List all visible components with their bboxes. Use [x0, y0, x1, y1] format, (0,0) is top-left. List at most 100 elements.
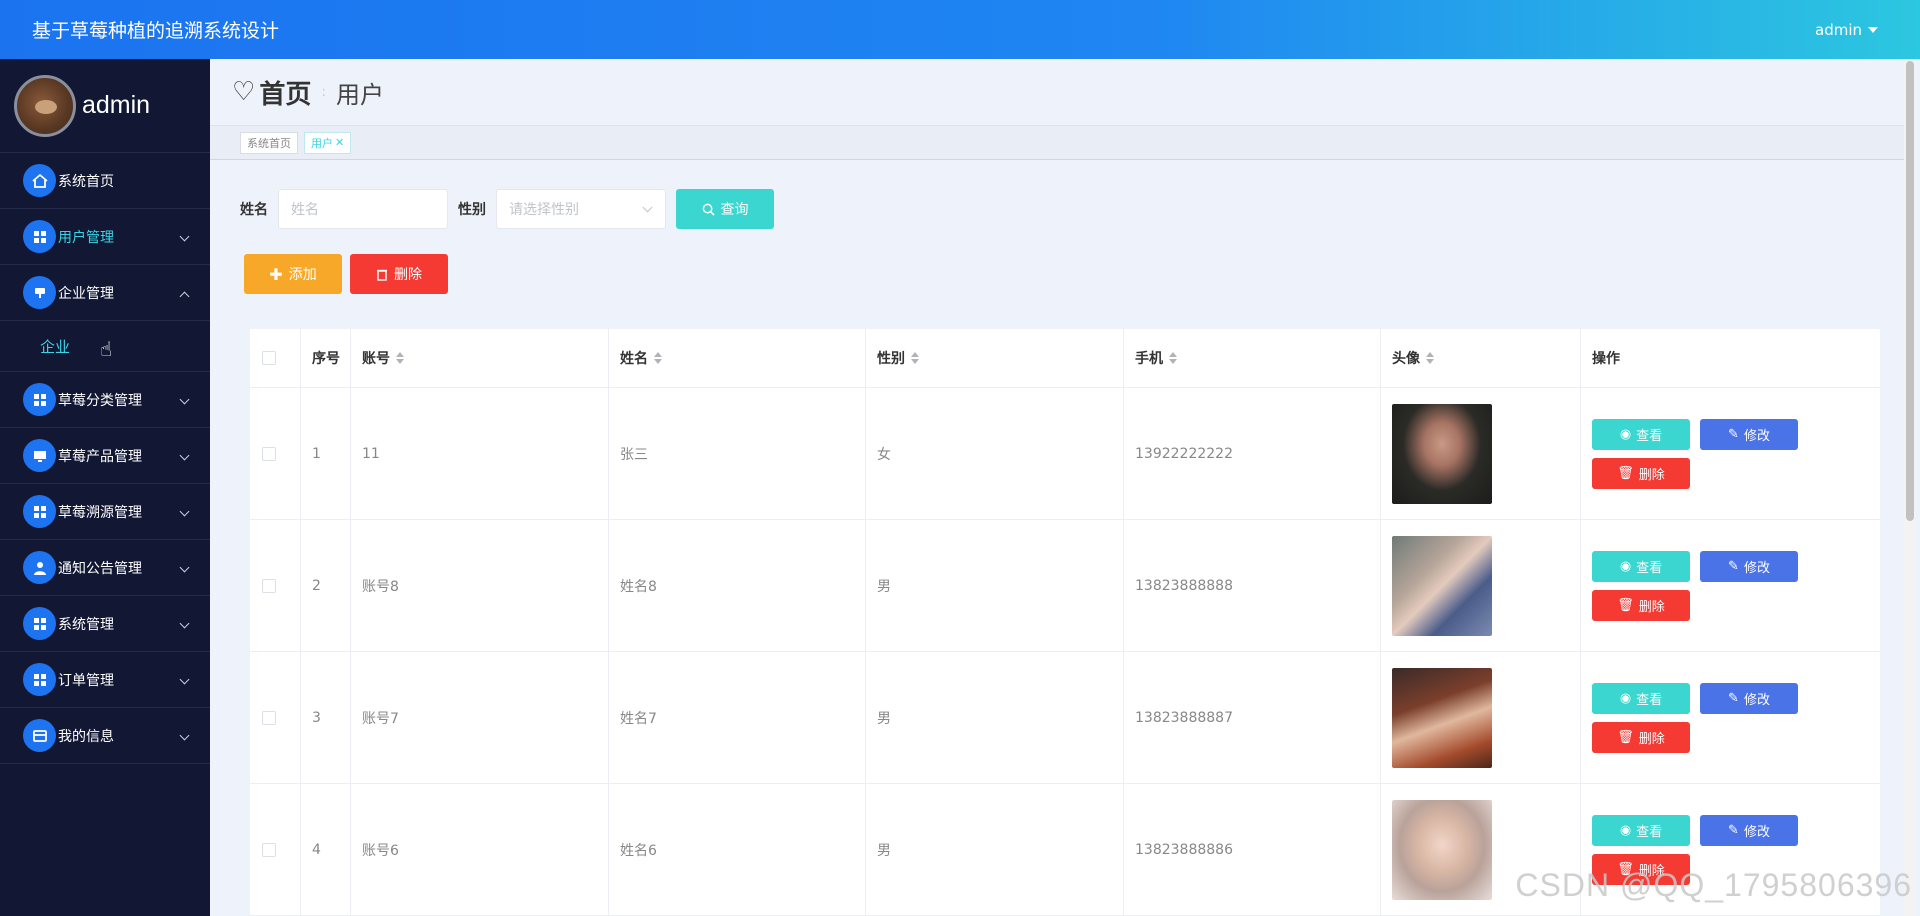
delete-button[interactable]: 🗑 删除: [1592, 721, 1690, 753]
user-icon: [23, 551, 56, 584]
sidebar-item-order-management[interactable]: 订单管理: [0, 652, 210, 708]
name-input[interactable]: 姓名: [278, 189, 448, 229]
chevron-down-icon: [179, 450, 190, 461]
row-name: 姓名6: [609, 784, 866, 915]
edit-button-label: 修改: [1743, 428, 1770, 444]
sidebar: admin 系统首页 用户管理 企业管理 企业 ☝ 草莓分类管理 草莓产品管理 …: [0, 59, 210, 916]
view-button[interactable]: ◉ 查看: [1592, 418, 1690, 450]
user-photo[interactable]: [1392, 799, 1492, 900]
select-all-cell: [250, 329, 301, 387]
edit-button[interactable]: ✎ 修改: [1700, 418, 1798, 450]
row-account: 账号8: [351, 520, 609, 651]
sidebar-item-enterprise-management[interactable]: 企业管理: [0, 265, 210, 321]
column-header-avatar[interactable]: 头像: [1381, 329, 1581, 387]
close-icon[interactable]: ✕: [335, 136, 344, 149]
sidebar-item-system-management[interactable]: 系统管理: [0, 596, 210, 652]
row-gender: 男: [866, 520, 1124, 651]
sidebar-item-home[interactable]: 系统首页: [0, 153, 210, 209]
user-photo[interactable]: [1392, 535, 1492, 636]
edit-button-label: 修改: [1743, 824, 1770, 840]
table-row: 1 11 张三 女 13922222222 ◉ 查看 ✎ 修改 🗑 删除: [250, 388, 1880, 520]
cup-icon: [23, 276, 56, 309]
row-index: 1: [301, 388, 351, 519]
delete-button-label: 删除: [1638, 599, 1665, 615]
chevron-down-icon: [179, 394, 190, 405]
search-button[interactable]: 查询: [676, 189, 774, 229]
row-index: 2: [301, 520, 351, 651]
view-button-label: 查看: [1636, 824, 1663, 840]
sidebar-item-category-management[interactable]: 草莓分类管理: [0, 372, 210, 428]
sidebar-item-user-management[interactable]: 用户管理: [0, 209, 210, 265]
column-header-account[interactable]: 账号: [351, 329, 609, 387]
delete-button-label: 删除: [1638, 731, 1665, 747]
breadcrumb-current: 用户: [336, 80, 385, 109]
edit-button[interactable]: ✎ 修改: [1700, 814, 1798, 846]
sidebar-item-label: 系统管理: [58, 616, 114, 633]
sort-icon[interactable]: [911, 352, 919, 364]
add-button[interactable]: ✚ 添加: [244, 254, 342, 294]
user-photo[interactable]: [1392, 667, 1492, 768]
delete-button[interactable]: 🗑 删除: [1592, 457, 1690, 489]
sort-icon[interactable]: [1169, 352, 1177, 364]
column-header: 序号: [301, 329, 351, 387]
tags-bar: 系统首页 用户 ✕: [210, 125, 1910, 160]
sidebar-item-label: 草莓溯源管理: [58, 504, 142, 521]
profile-name: admin: [82, 91, 151, 119]
row-checkbox[interactable]: [262, 578, 276, 593]
view-button[interactable]: ◉ 查看: [1592, 814, 1690, 846]
column-header-phone[interactable]: 手机: [1124, 329, 1381, 387]
sidebar-item-product-management[interactable]: 草莓产品管理: [0, 428, 210, 484]
search-button-label: 查询: [720, 202, 749, 218]
top-header: 基于草莓种植的追溯系统设计 admin: [0, 0, 1920, 59]
table-row: 2 账号8 姓名8 男 13823888888 ◉ 查看 ✎ 修改 🗑 删除: [250, 520, 1880, 652]
user-menu[interactable]: admin: [1815, 21, 1878, 39]
column-header-gender[interactable]: 性别: [866, 329, 1124, 387]
sidebar-item-label: 用户管理: [58, 229, 114, 246]
breadcrumb-home[interactable]: 首页: [259, 74, 311, 111]
row-checkbox[interactable]: [262, 710, 276, 725]
view-button[interactable]: ◉ 查看: [1592, 550, 1690, 582]
column-header: 操作: [1592, 351, 1620, 367]
row-checkbox[interactable]: [262, 842, 276, 857]
column-header-name[interactable]: 姓名: [609, 329, 866, 387]
pencil-icon: ✎: [1728, 558, 1739, 574]
tag-user[interactable]: 用户 ✕: [304, 131, 352, 154]
grid-icon: [23, 383, 56, 416]
row-gender: 男: [866, 652, 1124, 783]
hand-cursor-icon: ☝: [100, 337, 113, 361]
sidebar-item-notice-management[interactable]: 通知公告管理: [0, 540, 210, 596]
search-form: 姓名 姓名 性别 请选择性别 查询: [240, 189, 774, 229]
view-button[interactable]: ◉ 查看: [1592, 682, 1690, 714]
sort-icon[interactable]: [654, 352, 662, 364]
sidebar-item-my-info[interactable]: 我的信息: [0, 708, 210, 764]
row-name: 姓名7: [609, 652, 866, 783]
user-photo[interactable]: [1392, 403, 1492, 504]
edit-button[interactable]: ✎ 修改: [1700, 682, 1798, 714]
delete-button[interactable]: 🗑 删除: [1592, 589, 1690, 621]
watermark: CSDN @QQ_1795806396: [1515, 867, 1912, 903]
edit-button[interactable]: ✎ 修改: [1700, 550, 1798, 582]
breadcrumb-separator: :: [321, 84, 327, 100]
action-bar: ✚ 添加 删除: [244, 254, 448, 294]
batch-delete-button[interactable]: 删除: [350, 254, 448, 294]
sidebar-subitem-enterprise[interactable]: 企业 ☝: [0, 321, 210, 372]
gender-select[interactable]: 请选择性别: [496, 189, 666, 229]
sidebar-item-label: 通知公告管理: [58, 560, 142, 577]
chevron-down-icon: [179, 730, 190, 741]
sort-icon[interactable]: [1426, 352, 1434, 364]
row-account: 11: [351, 388, 609, 519]
column-header-label: 账号: [362, 351, 390, 367]
sidebar-item-trace-management[interactable]: 草莓溯源管理: [0, 484, 210, 540]
view-button-label: 查看: [1636, 428, 1663, 444]
vertical-scrollbar[interactable]: [1904, 59, 1916, 916]
edit-button-label: 修改: [1743, 692, 1770, 708]
trash-icon: 🗑: [1617, 465, 1634, 481]
scrollbar-thumb[interactable]: [1906, 61, 1914, 521]
select-all-checkbox[interactable]: [262, 351, 276, 365]
monitor-icon: [23, 439, 56, 472]
row-checkbox[interactable]: [262, 446, 276, 461]
row-phone: 13823888887: [1124, 652, 1381, 783]
tag-home[interactable]: 系统首页: [240, 131, 298, 154]
row-account: 账号6: [351, 784, 609, 915]
sort-icon[interactable]: [396, 352, 404, 364]
